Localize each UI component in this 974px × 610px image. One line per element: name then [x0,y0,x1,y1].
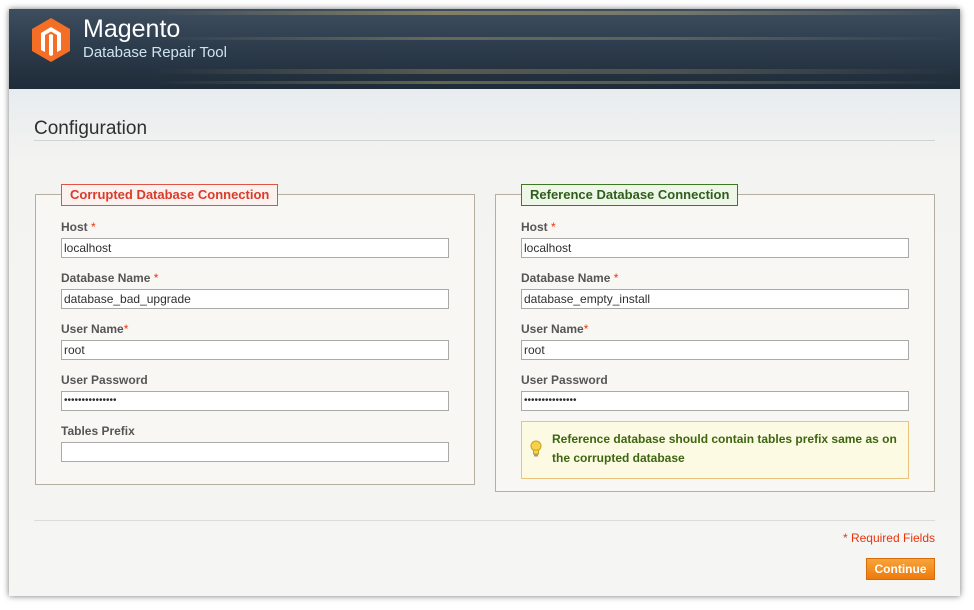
required-marker: * [551,220,556,234]
header-bar: Magento Database Repair Tool [9,9,960,89]
title-divider [34,140,935,141]
page-title: Configuration [34,118,148,139]
required-fields-note: * Required Fields [842,531,935,545]
app-window: Magento Database Repair Tool Configurati… [9,9,960,596]
reference-host-label: Host * [521,220,556,234]
corrupted-password-label: User Password [61,373,148,387]
magento-logo-icon [32,18,70,62]
header-decoration [9,81,960,84]
brand-name: Magento [83,15,181,43]
reference-user-input[interactable]: root [521,340,909,360]
reference-password-label: User Password [521,373,608,387]
corrupted-prefix-label: Tables Prefix [61,424,135,438]
notice-text: Reference database should contain tables… [552,432,897,465]
lightbulb-icon [530,440,542,457]
reference-db-legend: Reference Database Connection [521,184,739,206]
required-marker: * [583,322,589,336]
header-decoration [9,69,960,74]
prefix-notice: Reference database should contain tables… [521,421,909,479]
required-marker: * [123,322,129,336]
continue-button[interactable]: Continue [866,558,935,580]
required-marker: * [613,271,619,285]
reference-password-input[interactable]: ••••••••••••••• [521,391,909,411]
reference-dbname-label: Database Name * [521,271,619,285]
corrupted-dbname-input[interactable]: database_bad_upgrade [61,289,449,309]
corrupted-prefix-input[interactable] [61,442,449,462]
reference-user-label: User Name* [521,322,589,336]
reference-dbname-input[interactable]: database_empty_install [521,289,909,309]
corrupted-host-label: Host * [61,220,96,234]
reference-db-fieldset: Reference Database Connection Host * loc… [495,184,935,492]
corrupted-host-input[interactable]: localhost [61,238,449,258]
corrupted-user-input[interactable]: root [61,340,449,360]
main-content: Configuration Corrupted Database Connect… [9,89,960,596]
corrupted-db-legend: Corrupted Database Connection [61,184,279,206]
required-marker: * [153,271,159,285]
corrupted-db-fieldset: Corrupted Database Connection Host * loc… [35,184,475,485]
footer-divider [34,520,935,521]
corrupted-password-input[interactable]: ••••••••••••••• [61,391,449,411]
required-marker: * [91,220,96,234]
brand-subtitle: Database Repair Tool [83,44,227,61]
corrupted-dbname-label: Database Name * [61,271,159,285]
reference-host-input[interactable]: localhost [521,238,909,258]
corrupted-user-label: User Name* [61,322,129,336]
